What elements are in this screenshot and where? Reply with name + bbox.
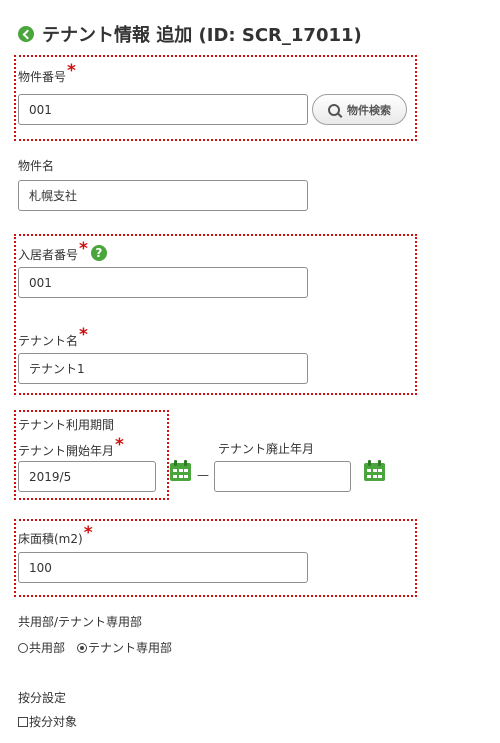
usage-radio-group: 共用部 テナント専用部 (18, 639, 172, 656)
radio-common[interactable] (18, 642, 28, 653)
floor-area-input[interactable] (18, 552, 308, 583)
required-mark: * (67, 61, 76, 81)
tenant-name-label: テナント名* (18, 325, 88, 348)
property-code-input[interactable] (18, 94, 308, 125)
resident-number-label: 入居者番号*? (18, 239, 107, 264)
calendar-icon[interactable] (170, 460, 191, 481)
required-mark: * (79, 325, 88, 345)
allocation-label: 按分設定 (18, 691, 67, 705)
page-title: テナント情報 追加 (ID: SCR_17011) (42, 25, 362, 46)
radio-common-label[interactable]: 共用部 (29, 639, 65, 656)
page-header: テナント情報 追加 (ID: SCR_17011) (18, 20, 362, 48)
property-search-button[interactable]: 物件検索 (312, 94, 407, 125)
required-mark: * (115, 435, 124, 455)
tenant-period-label: テナント利用期間 (18, 418, 115, 432)
search-icon (328, 103, 340, 116)
allocation-checkbox[interactable] (18, 716, 28, 727)
usage-label: 共用部/テナント専用部 (18, 615, 143, 629)
period-separator: — (197, 468, 209, 482)
help-icon[interactable]: ? (90, 244, 107, 261)
allocation-checkbox-label[interactable]: 按分対象 (29, 713, 77, 730)
calendar-icon[interactable] (364, 460, 385, 481)
required-mark: * (79, 239, 88, 259)
tenant-end-input[interactable] (214, 461, 351, 492)
radio-tenant-exclusive[interactable] (77, 642, 88, 653)
property-code-label: 物件番号* (18, 61, 76, 84)
tenant-name-input[interactable] (18, 353, 308, 384)
floor-area-label: 床面積(m2)* (18, 523, 93, 546)
tenant-start-input[interactable] (18, 461, 156, 492)
tenant-start-label: テナント開始年月* (18, 435, 124, 458)
circle-arrow-left-icon[interactable] (18, 26, 34, 42)
radio-tenant-exclusive-label[interactable]: テナント専用部 (88, 639, 172, 656)
resident-number-input[interactable] (18, 267, 308, 298)
tenant-end-label: テナント廃止年月 (218, 442, 315, 456)
property-name-input[interactable] (18, 180, 308, 211)
property-search-label: 物件検索 (347, 103, 391, 117)
required-mark: * (83, 523, 93, 543)
property-name-label: 物件名 (18, 159, 55, 173)
allocation-checkbox-row: 按分対象 (18, 713, 77, 730)
